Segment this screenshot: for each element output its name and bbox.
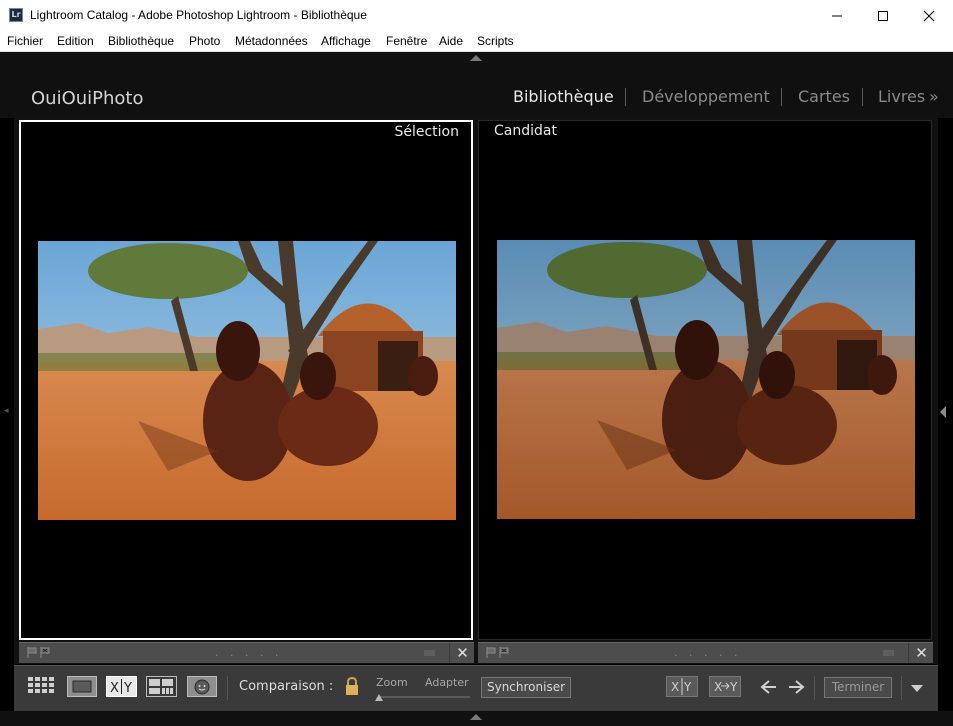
previous-arrow-icon[interactable] — [760, 679, 778, 695]
bottom-panel-bar — [0, 711, 953, 726]
svg-text:Y: Y — [729, 680, 738, 694]
minimize-icon — [832, 15, 842, 17]
candidate-pane[interactable]: Candidat — [478, 120, 932, 640]
survey-icon — [149, 679, 173, 694]
select-label: Sélection — [394, 124, 459, 140]
face-icon — [194, 679, 210, 695]
toolbar: X Y Comparaison : Zoom Adapter Synchroni… — [14, 665, 938, 711]
grid-view-button[interactable] — [27, 676, 57, 697]
toolbar-divider — [227, 676, 228, 700]
color-label-icon[interactable] — [424, 650, 435, 656]
compare-label: Comparaison : — [239, 679, 334, 694]
module-divider — [862, 88, 863, 106]
zoom-label[interactable]: Zoom — [376, 676, 408, 689]
lock-icon[interactable] — [344, 676, 360, 696]
module-map[interactable]: Cartes — [798, 87, 850, 106]
right-panel-toggle-icon[interactable] — [940, 406, 946, 418]
menu-affichage[interactable]: Affichage — [321, 34, 371, 48]
toolbar-divider — [814, 676, 815, 700]
module-divider — [781, 88, 782, 106]
make-select-button[interactable]: X Y — [709, 676, 741, 697]
survey-view-button[interactable] — [146, 676, 177, 697]
menu-scripts[interactable]: Scripts — [477, 34, 514, 48]
photo-image — [38, 241, 456, 520]
grid-icon — [28, 677, 54, 693]
next-arrow-icon[interactable] — [787, 679, 805, 695]
color-label-icon[interactable] — [883, 650, 894, 656]
reject-flag-icon[interactable] — [499, 647, 509, 658]
minimize-button[interactable] — [814, 0, 860, 31]
close-candidate-button[interactable]: ✕ — [908, 643, 934, 663]
module-library[interactable]: Bibliothèque — [513, 87, 614, 106]
compare-view-button[interactable]: X Y — [106, 676, 137, 697]
svg-text:Y: Y — [123, 681, 132, 696]
menu-edition[interactable]: Edition — [57, 34, 94, 48]
compare-xy-icon: X Y — [110, 679, 132, 696]
top-panel-toggle-icon[interactable] — [470, 55, 482, 61]
window-title: Lightroom Catalog - Adobe Photoshop Ligh… — [30, 8, 367, 22]
zoom-slider-thumb[interactable] — [375, 694, 383, 701]
title-bar: Lr Lightroom Catalog - Adobe Photoshop L… — [0, 0, 953, 31]
select-pane[interactable]: Sélection — [19, 120, 473, 640]
menu-bibliotheque[interactable]: Bibliothèque — [108, 34, 174, 48]
swap-xy-icon: X Y — [671, 678, 692, 695]
reject-flag-icon[interactable] — [40, 647, 50, 658]
toolbar-menu-icon[interactable] — [911, 685, 923, 692]
svg-text:X: X — [714, 680, 722, 694]
svg-text:Y: Y — [683, 680, 692, 694]
candidate-label: Candidat — [494, 123, 557, 139]
finish-button[interactable]: Terminer — [824, 677, 892, 698]
swap-button[interactable]: X Y — [666, 676, 698, 697]
menu-aide[interactable]: Aide — [439, 34, 463, 48]
compare-view: Sélection Candidat . . . . . ✕ . . . . .… — [14, 118, 938, 664]
photo-image — [497, 240, 915, 519]
candidate-photo[interactable] — [497, 240, 915, 519]
sync-button[interactable]: Synchroniser — [481, 677, 571, 698]
module-develop[interactable]: Développement — [642, 87, 770, 106]
menu-metadonnees[interactable]: Métadonnées — [235, 34, 308, 48]
svg-text:X: X — [110, 681, 119, 696]
module-picker-panel: OuiOuiPhoto Bibliothèque Développement C… — [0, 52, 953, 118]
candidate-pane-footer: . . . . . ✕ — [478, 642, 933, 663]
menu-photo[interactable]: Photo — [189, 34, 220, 48]
rating-stars[interactable]: . . . . . — [215, 646, 282, 659]
select-pane-footer: . . . . . ✕ — [19, 642, 474, 663]
left-panel-toggle-icon[interactable]: ◂ — [4, 406, 9, 416]
module-divider — [625, 88, 626, 106]
menu-bar: Fichier Edition Bibliothèque Photo Métad… — [0, 31, 953, 52]
fit-label[interactable]: Adapter — [425, 676, 469, 689]
rating-stars[interactable]: . . . . . — [674, 646, 741, 659]
close-icon — [923, 10, 935, 22]
menu-fichier[interactable]: Fichier — [7, 34, 43, 48]
lightroom-app-icon: Lr — [9, 8, 23, 22]
module-book[interactable]: Livres — [878, 87, 925, 106]
menu-fenetre[interactable]: Fenêtre — [386, 34, 427, 48]
identity-plate: OuiOuiPhoto — [31, 88, 144, 109]
loupe-view-button[interactable] — [67, 676, 97, 697]
svg-text:X: X — [671, 680, 679, 694]
flag-icon[interactable] — [27, 647, 37, 658]
loupe-icon — [72, 680, 92, 693]
more-modules-icon[interactable]: » — [929, 87, 939, 106]
select-photo[interactable] — [38, 241, 456, 520]
close-window-button[interactable] — [906, 0, 952, 31]
maximize-button[interactable] — [860, 0, 906, 31]
maximize-icon — [878, 11, 888, 21]
toolbar-divider — [901, 676, 902, 700]
bottom-panel-toggle-icon[interactable] — [470, 714, 482, 720]
zoom-slider-track[interactable] — [378, 696, 470, 698]
people-view-button[interactable] — [187, 676, 217, 697]
flag-icon[interactable] — [486, 647, 496, 658]
close-select-button[interactable]: ✕ — [449, 643, 475, 663]
make-select-xy-icon: X Y — [714, 680, 738, 694]
